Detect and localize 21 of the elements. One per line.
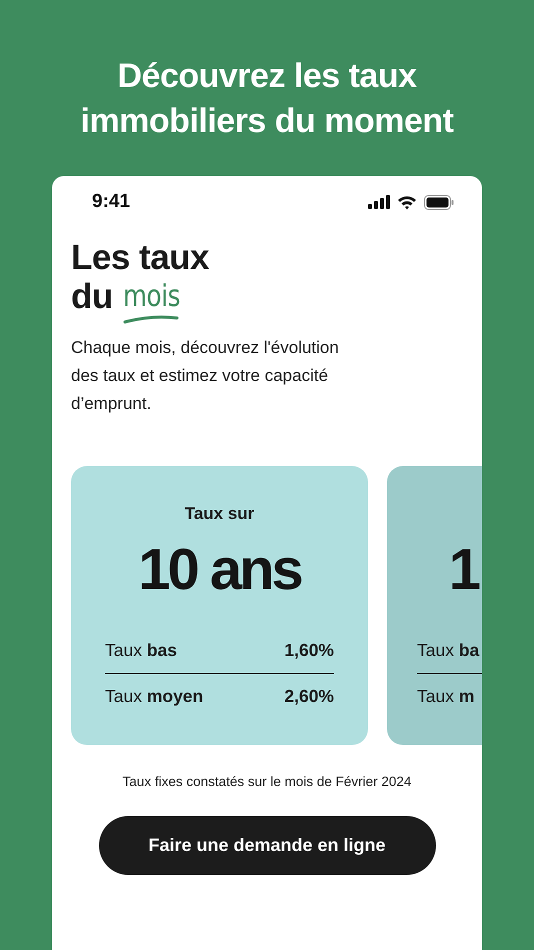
card-title: Taux sur <box>184 504 256 524</box>
status-time: 9:41 <box>92 191 130 213</box>
rate-label: Taux moyen <box>105 686 204 706</box>
underline-swoosh-icon <box>123 315 179 324</box>
rate-card[interactable]: 1 Taux ba Taux m <box>387 466 482 745</box>
headline: Découvrez les taux immobiliers du moment <box>80 56 454 142</box>
rate-label: Taux bas <box>105 640 177 661</box>
rate-value: 1,60% <box>284 640 334 661</box>
wifi-icon <box>397 194 417 210</box>
intro-text: Chaque mois, découvrez l'évolution des taux et estimez votre capacité d’emprunt. <box>71 337 340 415</box>
rate-label: Taux m <box>417 686 474 706</box>
footnote: Taux fixes constatés sur le mois de Février 2024 <box>122 774 412 789</box>
loan-term: 10 ans <box>138 536 301 604</box>
page-title: Les taux du mois <box>71 238 210 316</box>
request-button[interactable]: Faire une demande en ligne <box>98 816 436 875</box>
signal-icon <box>368 195 390 209</box>
rate-value: 2,60% <box>284 686 334 706</box>
battery-icon <box>424 194 454 210</box>
rate-card[interactable]: Taux sur 10 ans Taux bas 1,60% Taux moyen 2,60% <box>71 466 368 745</box>
rate-label: Taux ba <box>417 640 480 661</box>
loan-term: 1 <box>448 536 478 604</box>
